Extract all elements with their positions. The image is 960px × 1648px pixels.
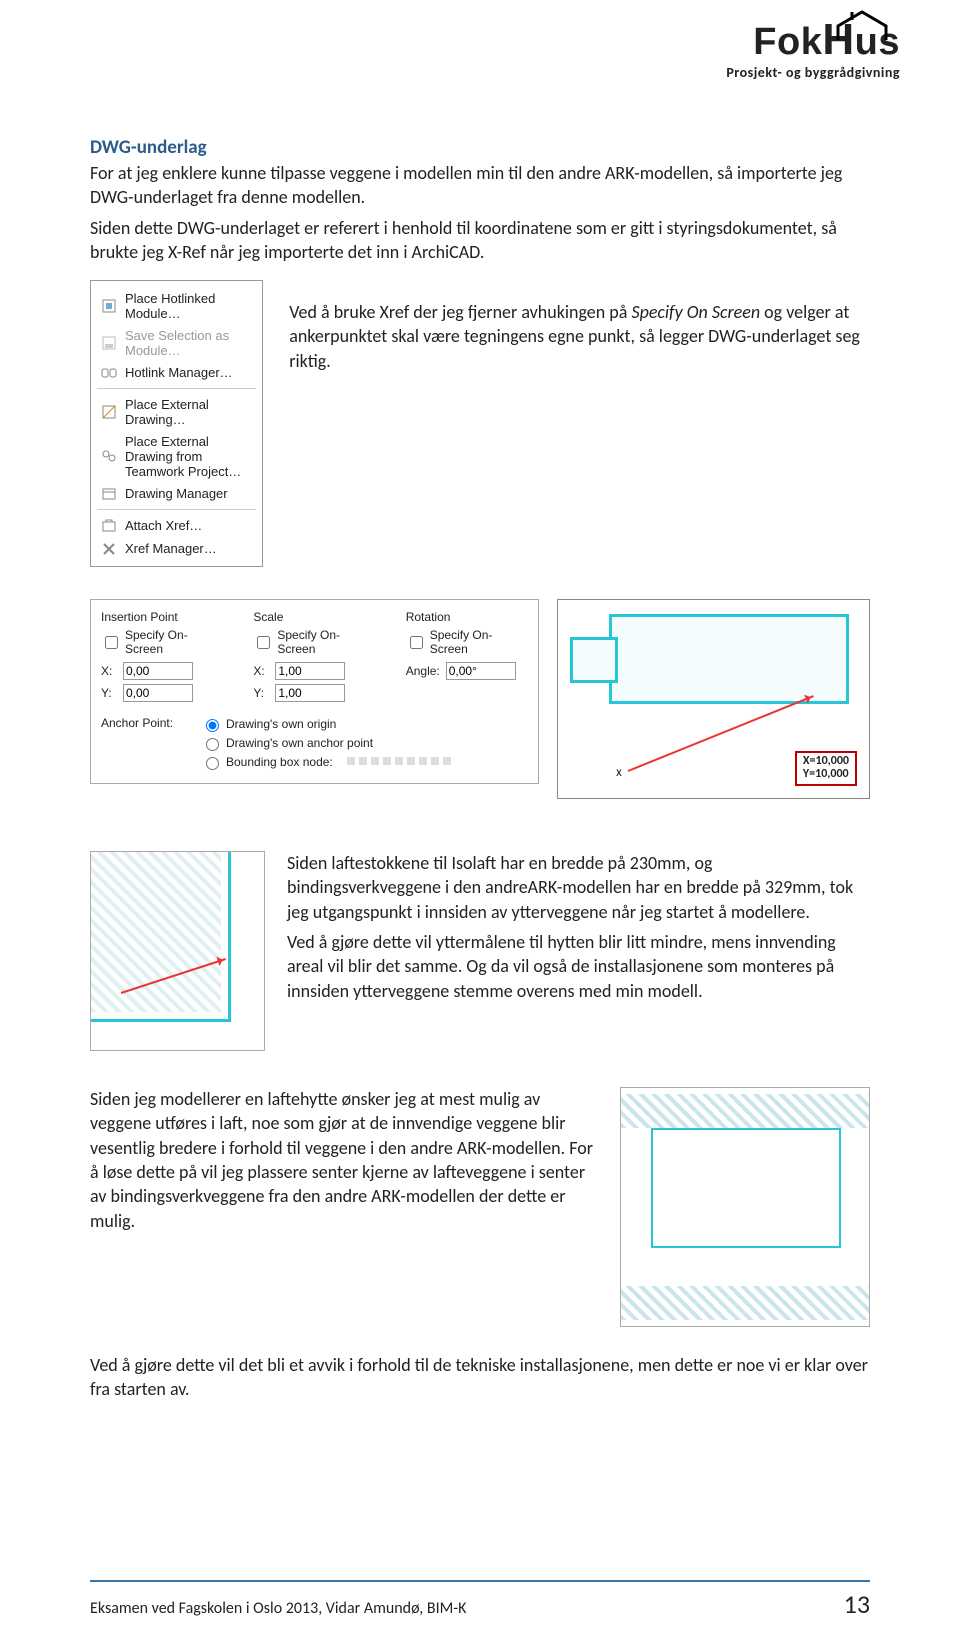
room-detail-screenshot [620, 1087, 870, 1327]
col-title: Insertion Point [101, 610, 223, 624]
menu-label: Drawing Manager [125, 486, 228, 501]
anchor-radio-bbox[interactable] [206, 757, 219, 770]
paragraph-6: Ved å gjøre dette vil det bli et avvik i… [90, 1353, 870, 1402]
page-number: 13 [844, 1588, 870, 1620]
menu-item-hotlink-manager[interactable]: Hotlink Manager… [91, 361, 262, 384]
menu-separator [97, 509, 256, 510]
insertion-point-col: Insertion Point Specify On-Screen X: Y: [101, 610, 223, 706]
menu-label: Place External Drawing from Teamwork Pro… [125, 434, 252, 479]
specify-onscreen-checkbox[interactable] [105, 636, 118, 649]
menu-label: Hotlink Manager… [125, 365, 233, 380]
module-icon [101, 298, 117, 314]
xref-options-dialog: Insertion Point Specify On-Screen X: Y: … [90, 599, 539, 784]
footer-text: Eksamen ved Fagskolen i Oslo 2013, Vidar… [90, 1599, 466, 1618]
x-coord: X=10,000 [803, 754, 849, 768]
context-menu: Place Hotlinked Module… Save Selection a… [90, 280, 263, 567]
y-label: Y: [101, 686, 119, 700]
origin-marker: x [616, 765, 622, 780]
menu-item-save-selection: Save Selection as Module… [91, 324, 262, 361]
scale-col: Scale Specify On-Screen X: Y: [253, 610, 375, 706]
anchor-radio-origin[interactable] [206, 719, 219, 732]
page: FokHus Prosjekt- og byggrådgivning DWG-u… [0, 0, 960, 1648]
hatch-bottom [621, 1286, 869, 1320]
teamwork-icon [101, 448, 117, 464]
xref-explanation: Ved å bruke Xref der jeg fjerner avhukin… [289, 300, 870, 373]
checkbox-label: Specify On-Screen [430, 628, 528, 656]
manager-icon [101, 486, 117, 502]
anchor-radio-anchor[interactable] [206, 738, 219, 751]
attach-icon [101, 518, 117, 534]
brand-logo: FokHus Prosjekt- og byggrådgivning [640, 18, 900, 81]
xref-icon [101, 541, 117, 557]
checkbox-label: Specify On-Screen [125, 628, 223, 656]
text-emphasis: Specify On Screen [631, 301, 760, 323]
hatch-top [621, 1094, 869, 1128]
house-icon [834, 10, 890, 50]
menu-item-place-external-teamwork[interactable]: Place External Drawing from Teamwork Pro… [91, 430, 262, 482]
menu-item-drawing-manager[interactable]: Drawing Manager [91, 482, 262, 505]
x-label: X: [101, 664, 119, 678]
plan-screenshot: x X=10,000 Y=10,000 [557, 599, 870, 799]
paragraph-4: Ved å gjøre dette vil yttermålene til hy… [287, 930, 870, 1003]
x-label: X: [253, 664, 271, 678]
anchor-label: Anchor Point: [101, 716, 181, 769]
menu-item-attach-xref[interactable]: Attach Xref… [91, 514, 262, 537]
paragraph-2: Siden dette DWG-underlaget er referert i… [90, 216, 870, 265]
wall-section: Siden laftestokkene til Isolaft har en b… [90, 851, 870, 1051]
x-input[interactable] [123, 662, 193, 680]
text-fragment: Ved å bruke Xref der jeg fjerner avhukin… [289, 301, 631, 323]
wall-detail-screenshot [90, 851, 265, 1051]
coordinate-label: X=10,000 Y=10,000 [795, 751, 857, 787]
menu-separator [97, 388, 256, 389]
save-icon [101, 335, 117, 351]
radio-label: Drawing's own origin [226, 717, 336, 731]
dialog-row: Insertion Point Specify On-Screen X: Y: … [90, 599, 870, 799]
checkbox-label: Specify On-Screen [277, 628, 375, 656]
wall-text: Siden laftestokkene til Isolaft har en b… [287, 851, 870, 1009]
scale-y-input[interactable] [275, 684, 345, 702]
link-icon [101, 365, 117, 381]
menu-item-xref-manager[interactable]: Xref Manager… [91, 537, 262, 560]
section-heading: DWG-underlag [90, 136, 870, 159]
paragraph-1: For at jeg enklere kunne tilpasse veggen… [90, 161, 870, 210]
anchor-point-block: Anchor Point: Drawing's own origin Drawi… [101, 716, 528, 773]
y-coord: Y=10,000 [803, 767, 849, 781]
wall-outline [91, 852, 231, 1022]
lafte-text: Siden jeg modellerer en laftehytte ønske… [90, 1087, 598, 1239]
menu-label: Place External Drawing… [125, 397, 252, 427]
paragraph-5: Siden jeg modellerer en laftehytte ønske… [90, 1087, 598, 1233]
scale-x-input[interactable] [275, 662, 345, 680]
page-footer: Eksamen ved Fagskolen i Oslo 2013, Vidar… [90, 1580, 870, 1620]
col-title: Rotation [406, 610, 528, 624]
menu-label: Attach Xref… [125, 518, 202, 533]
annotation-arrow [628, 695, 814, 772]
bbox-node-grid[interactable] [347, 757, 451, 765]
menu-row: Place Hotlinked Module… Save Selection a… [90, 270, 870, 567]
specify-onscreen-checkbox[interactable] [410, 636, 423, 649]
specify-onscreen-checkbox[interactable] [257, 636, 270, 649]
radio-label: Bounding box node: [226, 755, 333, 769]
menu-label: Save Selection as Module… [125, 328, 252, 358]
menu-item-place-external[interactable]: Place External Drawing… [91, 393, 262, 430]
y-label: Y: [253, 686, 271, 700]
menu-label: Place Hotlinked Module… [125, 291, 252, 321]
brand-tagline: Prosjekt- og byggrådgivning [640, 64, 900, 81]
col-title: Scale [253, 610, 375, 624]
rotation-col: Rotation Specify On-Screen Angle: [406, 610, 528, 706]
room-outline [651, 1128, 841, 1248]
angle-input[interactable] [446, 662, 516, 680]
paragraph-3: Siden laftestokkene til Isolaft har en b… [287, 851, 870, 924]
radio-label: Drawing's own anchor point [226, 736, 373, 750]
menu-item-place-hotlinked[interactable]: Place Hotlinked Module… [91, 287, 262, 324]
menu-label: Xref Manager… [125, 541, 217, 556]
drawing-icon [101, 404, 117, 420]
lafte-section: Siden jeg modellerer en laftehytte ønske… [90, 1087, 870, 1327]
y-input[interactable] [123, 684, 193, 702]
angle-label: Angle: [406, 664, 442, 678]
